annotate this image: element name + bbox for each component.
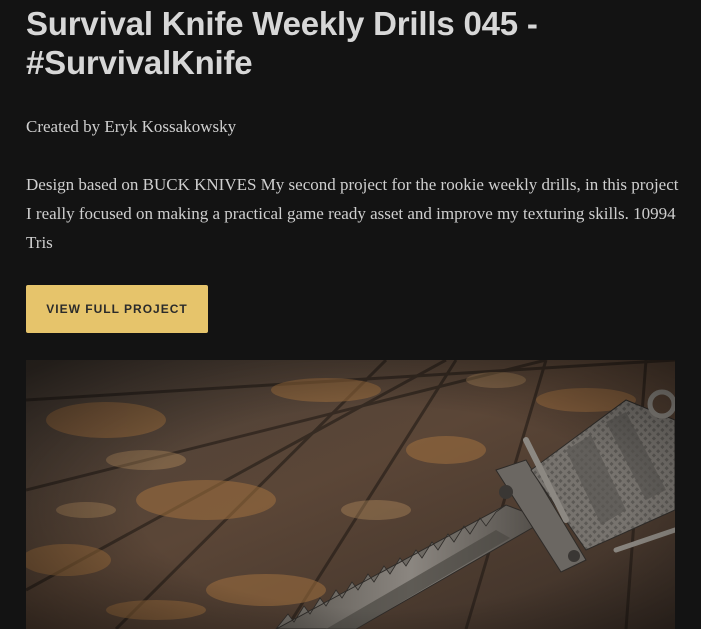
survival-knife-render-image <box>26 360 675 629</box>
page-title: Survival Knife Weekly Drills 045 - #Surv… <box>26 5 538 81</box>
project-hero-image[interactable] <box>26 360 675 629</box>
project-page: Survival Knife Weekly Drills 045 - #Surv… <box>0 0 701 629</box>
project-description: Design based on BUCK KNIVES My second pr… <box>26 175 679 252</box>
author-byline: Created by Eryk Kossakowsky <box>26 117 237 136</box>
view-full-project-button[interactable]: VIEW FULL PROJECT <box>26 285 208 333</box>
